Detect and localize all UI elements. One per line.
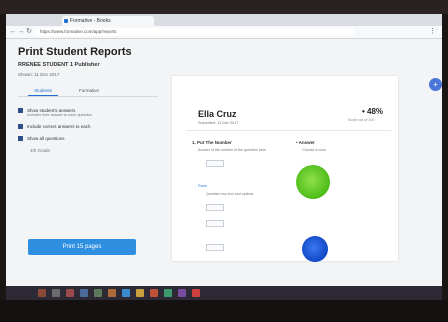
- back-arrow-icon[interactable]: ←: [9, 28, 17, 36]
- option-label: Show student's answers: [27, 108, 76, 113]
- report-preview: [172, 76, 398, 261]
- divider: [186, 130, 391, 131]
- monitor-bezel-top: [0, 0, 448, 14]
- tab-title: Formative - Books: [70, 18, 111, 24]
- taskbar: [6, 286, 442, 300]
- option-show-answers[interactable]: Show student's answers Includes their an…: [18, 108, 92, 117]
- favicon-icon: [64, 19, 68, 23]
- taskbar-app-icon[interactable]: [150, 289, 158, 297]
- blue-color-answer: [302, 236, 328, 262]
- taskbar-app-icon[interactable]: [192, 289, 200, 297]
- student-note: 4th Grade: [30, 148, 51, 153]
- question-1-title: 1. Put The Number: [192, 140, 232, 145]
- address-bar-row: ← → ↻ https://www.formative.com/app/repo…: [6, 26, 442, 39]
- option-label: Include correct answers to each: [27, 124, 91, 129]
- taskbar-app-icon[interactable]: [66, 289, 74, 297]
- answer-column-title: • Answer: [296, 140, 315, 145]
- taskbar-app-icon[interactable]: [136, 289, 144, 297]
- submission-date: Submitted: 11 Dec 2017: [198, 121, 239, 125]
- option-note: Includes their answer to each question: [27, 113, 92, 118]
- taskbar-app-icon[interactable]: [52, 289, 60, 297]
- question-1-text: Answer of the number of the question her…: [198, 148, 266, 152]
- answer-column-sub: Choose a color: [302, 148, 327, 152]
- monitor-bezel-bottom: [0, 300, 448, 322]
- forward-arrow-icon[interactable]: →: [17, 28, 25, 36]
- report-tabs: Students Formative: [18, 86, 158, 97]
- student-score: • 48%: [362, 107, 384, 116]
- add-icon[interactable]: +: [429, 78, 442, 91]
- answer-box: [206, 204, 224, 211]
- more-vert-icon[interactable]: ⋮: [429, 28, 436, 36]
- browser-window: Formative - Books × ← → ↻ https://www.fo…: [6, 14, 442, 286]
- taskbar-app-icon[interactable]: [80, 289, 88, 297]
- checkbox-icon[interactable]: [18, 124, 23, 130]
- taskbar-app-icon[interactable]: [38, 289, 46, 297]
- tab-formative[interactable]: Formative: [72, 86, 106, 95]
- option-correct-answers[interactable]: Include correct answers to each: [18, 124, 91, 130]
- reload-icon[interactable]: ↻: [25, 28, 33, 36]
- taskbar-app-icon[interactable]: [178, 289, 186, 297]
- url-input[interactable]: https://www.formative.com/app/reports: [34, 28, 354, 36]
- browser-tab[interactable]: Formative - Books ×: [62, 16, 154, 26]
- report-date: Shown: 11 Dec 2017: [18, 72, 60, 77]
- taskbar-app-icon[interactable]: [122, 289, 130, 297]
- taskbar-app-icon[interactable]: [94, 289, 102, 297]
- answer-box: [206, 220, 224, 227]
- class-name: RRENEE STUDENT 1 Publisher: [18, 62, 100, 68]
- option-all-questions[interactable]: Show all questions: [18, 136, 65, 142]
- green-color-answer: [296, 165, 330, 199]
- checkbox-icon[interactable]: [18, 108, 23, 114]
- score-subtext: Score out of 100: [348, 118, 375, 122]
- taskbar-app-icon[interactable]: [164, 289, 172, 297]
- option-label: Show all questions: [27, 136, 65, 141]
- page-title: Print Student Reports: [18, 46, 132, 58]
- question-2-title: Parts: [198, 184, 207, 188]
- answer-box: [206, 160, 224, 167]
- checkbox-icon[interactable]: [18, 136, 23, 142]
- answer-box: [206, 244, 224, 251]
- tab-students[interactable]: Students: [28, 86, 58, 96]
- question-2-text: Question two text and options: [206, 192, 254, 196]
- print-button[interactable]: Print 15 pages: [28, 239, 136, 255]
- student-name: Ella Cruz: [198, 109, 237, 119]
- taskbar-app-icon[interactable]: [108, 289, 116, 297]
- tab-strip: Formative - Books ×: [6, 14, 442, 26]
